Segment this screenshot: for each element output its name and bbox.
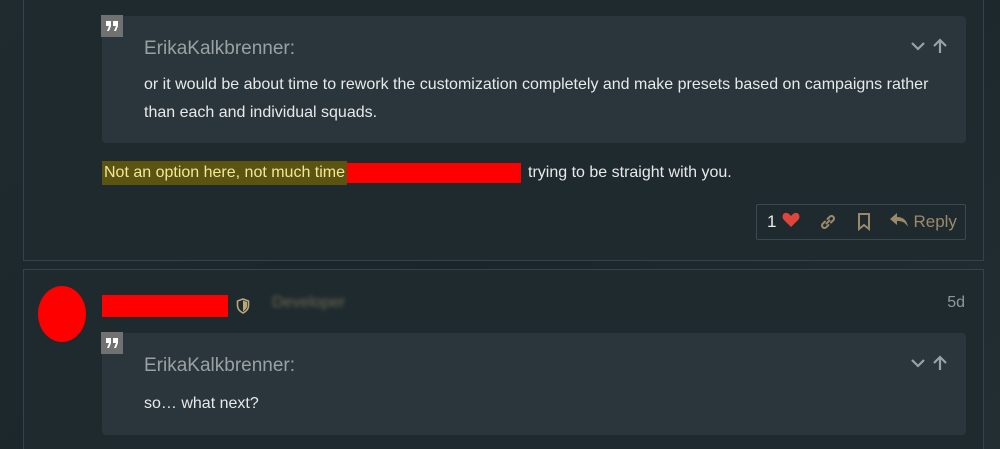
post-date[interactable]: 5d [947,294,965,312]
quote-text: so… what next? [144,395,259,412]
quote-block: ErikaKalkbrenner: or it would be about t… [101,15,966,143]
like-button[interactable]: 1 [767,212,800,233]
reply-button[interactable]: Reply [889,212,957,233]
reply-label: Reply [913,212,957,231]
quote-controls [910,38,948,59]
shield-icon [236,298,250,319]
quote-block: ErikaKalkbrenner: so… what next? [101,332,966,435]
quote-author[interactable]: ErikaKalkbrenner: [144,38,295,60]
quote-text: or it would be about time to rework the … [144,76,929,121]
like-count: 1 [767,212,777,231]
quote-controls [910,355,948,376]
reply-icon [889,212,909,233]
link-icon[interactable] [819,213,837,231]
bookmark-icon[interactable] [857,213,871,231]
topic-page: ErikaKalkbrenner: or it would be about t… [0,0,1000,449]
avatar[interactable] [38,286,86,342]
chevron-down-icon[interactable] [910,355,926,376]
quote-icon [101,332,123,354]
arrow-up-icon[interactable] [932,38,948,59]
heart-icon [782,212,800,233]
redaction-box [347,163,522,183]
post: ErikaKalkbrenner: or it would be about t… [23,0,984,261]
post-actions: 1 Reply [756,204,966,240]
quote-icon [101,15,123,37]
quote-author[interactable]: ErikaKalkbrenner: [144,355,295,377]
arrow-up-icon[interactable] [932,355,948,376]
user-title: Developer [272,294,345,311]
highlighted-text: Not an option here, not much time [102,161,348,185]
post: Developer 5d ErikaKalkbrenner: so… what … [23,269,984,449]
post-body: Not an option here, not much time trying… [102,161,732,185]
chevron-down-icon[interactable] [910,38,926,59]
username-redaction [102,295,228,317]
post-text: trying to be straight with you. [528,164,732,181]
